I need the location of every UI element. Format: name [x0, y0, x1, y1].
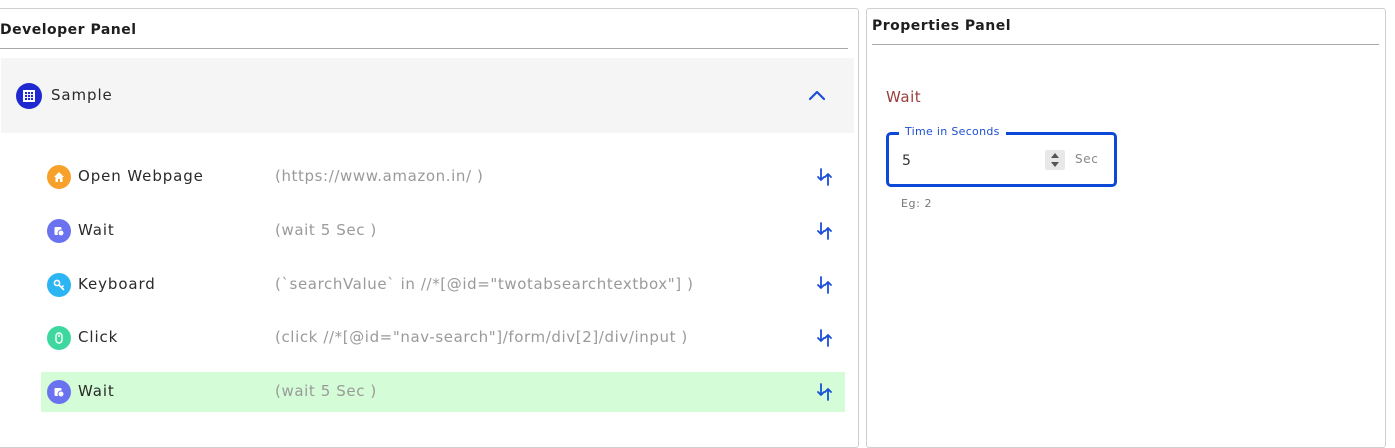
- step-params: (`searchValue` in //*[@id="twotabsearcht…: [275, 275, 694, 293]
- home-icon: [47, 165, 71, 189]
- developer-panel: Developer Panel Sample Open Webpage (htt…: [0, 8, 859, 448]
- step-params: (https://www.amazon.in/ ): [275, 167, 484, 185]
- step-name: Wait: [78, 382, 115, 400]
- step-row-open-webpage[interactable]: Open Webpage (https://www.amazon.in/ ): [41, 157, 845, 197]
- move-arrows-icon[interactable]: [816, 221, 834, 241]
- step-name: Open Webpage: [78, 167, 204, 185]
- move-arrows-icon[interactable]: [816, 275, 834, 295]
- step-params: (wait 5 Sec ): [275, 221, 377, 239]
- move-arrows-icon[interactable]: [816, 328, 834, 348]
- developer-panel-title: Developer Panel: [0, 22, 137, 38]
- field-hint: Eg: 2: [901, 197, 933, 210]
- chevron-up-icon[interactable]: [807, 87, 827, 103]
- move-arrows-icon[interactable]: [816, 382, 834, 402]
- calendar-grid-icon: [16, 83, 42, 109]
- divider: [872, 44, 1379, 45]
- step-row-wait[interactable]: Wait (wait 5 Sec ): [41, 211, 845, 251]
- unit-label: Sec: [1075, 152, 1099, 166]
- field-label: Time in Seconds: [899, 125, 1006, 138]
- step-name: Keyboard: [78, 275, 156, 293]
- properties-panel-title: Properties Panel: [872, 18, 1011, 34]
- step-name: Wait: [78, 221, 115, 239]
- move-arrows-icon[interactable]: [816, 167, 834, 187]
- stepper-arrows-icon[interactable]: [1045, 150, 1065, 170]
- time-in-seconds-input[interactable]: [902, 151, 1042, 171]
- section-title: Wait: [886, 88, 922, 106]
- time-in-seconds-field: Time in Seconds Sec: [886, 125, 1117, 187]
- step-name: Click: [78, 328, 119, 346]
- group-header-sample[interactable]: Sample: [1, 58, 854, 133]
- group-label: Sample: [51, 86, 113, 104]
- mouse-icon: [47, 326, 71, 350]
- key-icon: [47, 273, 71, 297]
- step-row-wait-selected[interactable]: Wait (wait 5 Sec ): [41, 372, 845, 412]
- timer-icon: [47, 219, 71, 243]
- step-params: (click //*[@id="nav-search"]/form/div[2]…: [275, 328, 688, 346]
- properties-panel: Properties Panel Wait Time in Seconds Se…: [866, 8, 1386, 448]
- timer-icon: [47, 380, 71, 404]
- divider: [0, 48, 848, 49]
- step-row-click[interactable]: Click (click //*[@id="nav-search"]/form/…: [41, 318, 845, 358]
- step-row-keyboard[interactable]: Keyboard (`searchValue` in //*[@id="twot…: [41, 265, 845, 305]
- step-params: (wait 5 Sec ): [275, 382, 377, 400]
